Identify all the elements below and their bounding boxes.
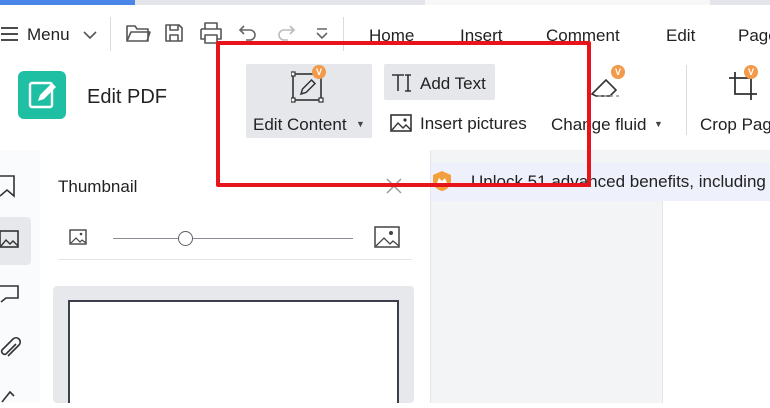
undo-icon[interactable] <box>238 24 258 42</box>
page-thumbnail[interactable] <box>68 300 399 403</box>
edit-pdf-app-icon <box>18 71 66 119</box>
premium-badge-icon: V <box>744 65 758 79</box>
document-page[interactable] <box>662 201 770 403</box>
comment-icon[interactable] <box>0 284 20 304</box>
redo-icon[interactable] <box>276 24 296 42</box>
menu-button[interactable]: Menu <box>27 25 70 45</box>
thumbnail-title: Thumbnail <box>58 177 138 196</box>
save-icon[interactable] <box>163 22 185 44</box>
dropdown-caret-icon[interactable]: ▼ <box>654 119 663 129</box>
zoom-slider-handle[interactable] <box>178 231 193 246</box>
tab-page[interactable]: Page <box>738 26 770 46</box>
hamburger-icon[interactable] <box>0 25 20 43</box>
divider <box>110 17 111 51</box>
tab-edit[interactable]: Edit <box>666 26 695 46</box>
small-thumbnail-icon[interactable] <box>69 229 87 245</box>
highlight-box <box>216 41 591 187</box>
signature-icon[interactable] <box>0 390 20 403</box>
crop-page-button[interactable]: Crop Page <box>700 115 770 135</box>
page-title: Edit PDF <box>87 86 168 108</box>
bookmark-icon[interactable] <box>0 174 18 198</box>
attachment-icon[interactable] <box>0 336 22 360</box>
divider <box>686 65 687 135</box>
zoom-slider-track[interactable] <box>113 238 353 239</box>
premium-badge-icon: V <box>611 65 625 79</box>
thumbnail-icon[interactable] <box>0 229 20 251</box>
chevron-down-icon[interactable] <box>82 28 98 40</box>
divider <box>58 259 412 260</box>
large-thumbnail-icon[interactable] <box>374 226 400 248</box>
open-folder-icon[interactable] <box>125 22 151 44</box>
